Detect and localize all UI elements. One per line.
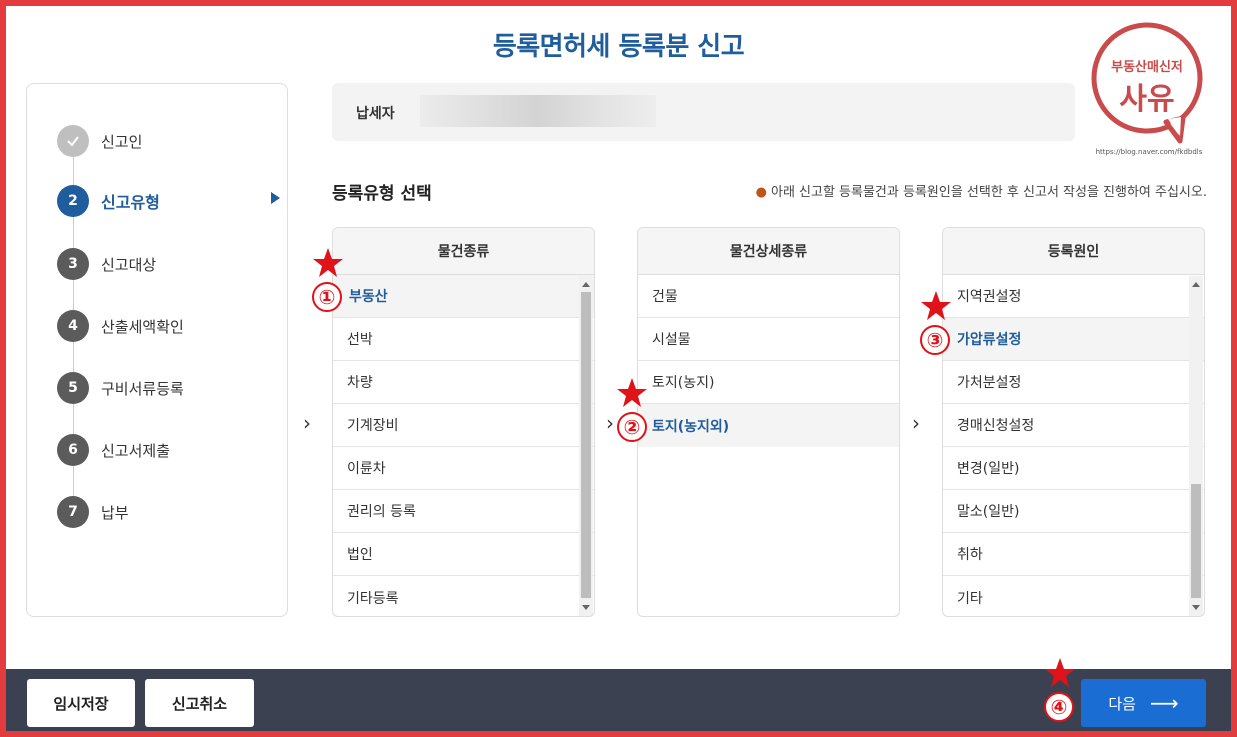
scroll-down-icon[interactable]: [1192, 605, 1200, 610]
step-label: 신고인: [101, 132, 143, 151]
scroll-thumb[interactable]: [1191, 484, 1201, 598]
chevron-right-icon: ›: [303, 411, 311, 435]
list-item[interactable]: 가처분설정: [943, 361, 1204, 404]
object-type-list: 부동산 선박 차량 기계장비 이륜차 권리의 등록 법인 기타등록: [333, 275, 594, 616]
annotation-badge-4: ④: [1044, 692, 1074, 722]
object-detail-list: 건물 시설물 토지(농지) 토지(농지외): [638, 275, 899, 447]
arrow-right-icon: ⟶: [1149, 691, 1179, 715]
step-sidebar: 신고인 2 신고유형 3 신고대상 4 산출세액확인 5 구비서류등록 6 신고…: [26, 83, 288, 617]
step-item-3[interactable]: 3 신고대상: [57, 247, 156, 281]
step-item-6[interactable]: 6 신고서제출: [57, 433, 170, 467]
list-item[interactable]: 기타: [943, 576, 1204, 616]
cancel-report-button[interactable]: 신고취소: [145, 679, 254, 727]
step-label: 신고유형: [101, 193, 160, 212]
list-item[interactable]: 변경(일반): [943, 447, 1204, 490]
check-icon: [57, 125, 89, 157]
list-item[interactable]: 취하: [943, 533, 1204, 576]
step-number: 4: [57, 310, 89, 342]
next-button-label: 다음: [1108, 694, 1136, 713]
scrollbar[interactable]: [579, 276, 593, 616]
taxpayer-label: 납세자: [356, 106, 395, 122]
list-item[interactable]: 차량: [333, 361, 594, 404]
step-item-7[interactable]: 7 납부: [57, 495, 129, 529]
list-item[interactable]: 말소(일반): [943, 490, 1204, 533]
list-item[interactable]: 부동산: [333, 275, 594, 318]
object-detail-column: 물건상세종류 건물 시설물 토지(농지) 토지(농지외): [637, 227, 900, 617]
step-item-4[interactable]: 4 산출세액확인: [57, 309, 184, 343]
chevron-right-icon: ›: [606, 411, 614, 435]
column-header: 등록원인: [943, 228, 1204, 275]
star-annotation-icon: [1045, 658, 1075, 687]
annotation-badge-1: ①: [312, 282, 342, 312]
step-number: 3: [57, 248, 89, 280]
annotation-badge-3: ③: [920, 325, 950, 355]
scroll-up-icon[interactable]: [1192, 282, 1200, 287]
logo-text-main: 사유: [1119, 82, 1175, 117]
section-note-text: 아래 신고할 등록물건과 등록원인을 선택한 후 신고서 작성을 진행하여 주십…: [770, 185, 1207, 200]
step-label: 산출세액확인: [101, 317, 184, 336]
step-number: 7: [57, 496, 89, 528]
object-type-column: 물건종류 부동산 선박 차량 기계장비 이륜차 권리의 등록 법인 기타등록: [332, 227, 595, 617]
list-item[interactable]: 토지(농지): [638, 361, 899, 404]
step-label: 신고대상: [101, 255, 157, 274]
logo-url: https://blog.naver.com/fkdbdls: [1095, 148, 1203, 156]
section-note: ● 아래 신고할 등록물건과 등록원인을 선택한 후 신고서 작성을 진행하여 주…: [756, 181, 1207, 200]
scrollbar[interactable]: [1189, 276, 1203, 616]
list-item[interactable]: 지역권설정: [943, 275, 1204, 318]
step-number: 5: [57, 372, 89, 404]
app-frame: 등록면허세 등록분 신고 부동산매신저 사유 https://blog.nave…: [6, 6, 1231, 731]
star-annotation-icon: [617, 378, 647, 407]
list-item[interactable]: 이륜차: [333, 447, 594, 490]
star-annotation-icon: [921, 291, 951, 320]
list-item[interactable]: 기계장비: [333, 404, 594, 447]
list-item[interactable]: 권리의 등록: [333, 490, 594, 533]
scroll-down-icon[interactable]: [582, 605, 590, 610]
step-item-1[interactable]: 신고인: [57, 124, 142, 158]
step-label: 신고서제출: [101, 441, 171, 460]
bullet-icon: ●: [755, 185, 767, 200]
temp-save-button[interactable]: 임시저장: [27, 679, 135, 727]
column-header: 물건종류: [333, 228, 594, 275]
taxpayer-name-redacted: [420, 95, 656, 127]
scroll-thumb[interactable]: [581, 292, 591, 598]
taxpayer-box: 납세자: [332, 83, 1075, 141]
annotation-badge-2: ②: [617, 412, 647, 442]
column-header: 물건상세종류: [638, 228, 899, 275]
page-title: 등록면허세 등록분 신고: [492, 32, 745, 62]
list-item[interactable]: 시설물: [638, 318, 899, 361]
list-item[interactable]: 토지(농지외): [638, 404, 899, 447]
list-item[interactable]: 건물: [638, 275, 899, 318]
blog-logo: 부동산매신저 사유 https://blog.naver.com/fkdbdls: [1088, 18, 1210, 163]
step-label: 납부: [101, 503, 129, 522]
chevron-right-icon: ›: [912, 411, 920, 435]
scroll-up-icon[interactable]: [582, 282, 590, 287]
step-number: 2: [57, 185, 89, 217]
logo-text-top: 부동산매신저: [1111, 60, 1183, 75]
step-number: 6: [57, 434, 89, 466]
registration-cause-column: 등록원인 지역권설정 가압류설정 가처분설정 경매신청설정 변경(일반) 말소(…: [942, 227, 1205, 617]
list-item[interactable]: 선박: [333, 318, 594, 361]
step-label: 구비서류등록: [101, 379, 184, 398]
step-item-2[interactable]: 2 신고유형: [57, 184, 160, 218]
list-item[interactable]: 법인: [333, 533, 594, 576]
list-item[interactable]: 기타등록: [333, 576, 594, 616]
star-annotation-icon: [313, 248, 343, 277]
step-item-5[interactable]: 5 구비서류등록: [57, 371, 184, 405]
next-button[interactable]: 다음 ⟶: [1081, 679, 1206, 727]
current-step-arrow-icon: [271, 192, 280, 204]
list-item[interactable]: 가압류설정: [943, 318, 1204, 361]
section-title: 등록유형 선택: [332, 184, 432, 204]
list-item[interactable]: 경매신청설정: [943, 404, 1204, 447]
registration-cause-list: 지역권설정 가압류설정 가처분설정 경매신청설정 변경(일반) 말소(일반) 취…: [943, 275, 1204, 616]
